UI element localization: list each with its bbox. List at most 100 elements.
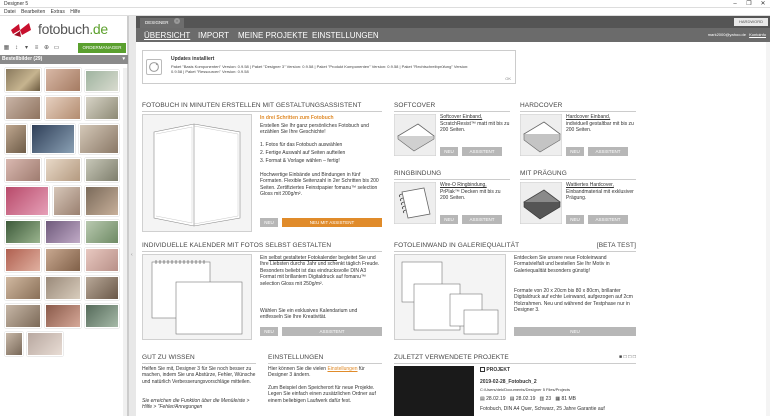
photo-thumbnail[interactable] — [5, 96, 41, 120]
ringbindung-title[interactable]: Wire-O Ringbindung, — [440, 182, 487, 188]
account-info-link[interactable]: Kontoinfo — [749, 32, 766, 37]
nav-import[interactable]: IMPORT — [198, 31, 229, 40]
main-scrollbar[interactable] — [766, 42, 770, 416]
praegung-new-button[interactable]: NEU — [566, 215, 584, 224]
photo-thumbnail[interactable] — [85, 304, 119, 328]
praegung-illustration — [520, 182, 562, 224]
praegung-title[interactable]: Wattiertes Hardcover, — [566, 182, 614, 188]
photo-thumbnail[interactable] — [45, 220, 81, 244]
fotobuch-step3: 3. Format & Vorlage wählen – fertig! — [260, 158, 340, 164]
calendar-icon: ▤ — [480, 396, 485, 402]
photo-thumbnail[interactable] — [85, 276, 119, 300]
panel-splitter[interactable]: ‹ — [128, 16, 136, 416]
softcover-new-button[interactable]: NEU — [440, 147, 458, 156]
ringbindung-heading: RINGBINDUNG — [394, 170, 442, 177]
leinwand-heading: FOTOLEINWAND IN GALERIEQUALITÄT — [394, 242, 520, 249]
fotobuch-assistant-button[interactable]: NEU MIT ASSISTENT — [282, 218, 382, 227]
photo-thumbnail[interactable] — [79, 124, 119, 154]
kalender-new-button[interactable]: NEU — [260, 327, 278, 336]
minimize-button[interactable]: – — [728, 0, 742, 8]
update-notice: Updates installiert Paket "Basis Kompone… — [142, 50, 516, 84]
nav-uebersicht[interactable]: ÜBERSICHT — [144, 31, 190, 40]
maximize-button[interactable]: ❐ — [742, 0, 756, 8]
photo-thumbnail[interactable] — [5, 220, 41, 244]
title-bar: Designer 5 – ❐ ✕ — [0, 0, 770, 8]
ringbindung-new-button[interactable]: NEU — [440, 215, 458, 224]
photo-thumbnail[interactable] — [5, 332, 23, 356]
menu-datei[interactable]: Datei — [4, 8, 16, 16]
photo-thumbnail[interactable] — [5, 186, 49, 216]
einst-text1: Hier können Sie die vielen Einstellungen… — [268, 366, 365, 379]
photo-thumbnail[interactable] — [5, 158, 41, 182]
kalender-text1: Ein selbst gestalteter Fotokalender begl… — [260, 255, 380, 287]
nav-meine-projekte[interactable]: MEINE PROJEKTE — [238, 31, 308, 40]
sidebar: fotobuch.de ▦ ↕ ▾ ≡ ⊕ ▭ ORDERMANAGER Bes… — [0, 16, 128, 416]
photo-thumbnail[interactable] — [5, 304, 41, 328]
photo-thumbnail[interactable] — [85, 158, 119, 182]
fotokalender-link[interactable]: selbst gestalteter Fotokalender — [269, 255, 337, 261]
einstellungen-panel: EINSTELLUNGEN Hier können Sie die vielen… — [268, 354, 382, 416]
sidebar-toolbar: ▦ ↕ ▾ ≡ ⊕ ▭ ORDERMANAGER — [0, 43, 128, 54]
photo-thumbnail[interactable] — [5, 124, 27, 154]
update-ok-button[interactable]: OK — [505, 76, 511, 81]
photo-thumbnail[interactable] — [85, 186, 119, 216]
account-email: mark2000@yahoo.de — [707, 32, 746, 37]
nav-einstellungen[interactable]: EINSTELLUNGEN — [312, 31, 379, 40]
checkbox-icon[interactable] — [480, 367, 485, 373]
ordermanager-button[interactable]: ORDERMANAGER — [78, 43, 126, 53]
ringbindung-assistant-button[interactable]: ASSISTENT — [462, 215, 502, 224]
menu-bearbeiten[interactable]: Bearbeiten — [21, 8, 45, 16]
collapse-arrow-icon[interactable]: ‹ — [131, 252, 135, 260]
folder-icon[interactable]: ▭ — [52, 44, 61, 52]
photo-thumbnail[interactable] — [85, 220, 119, 244]
close-window-button[interactable]: ✕ — [756, 0, 770, 8]
photo-thumbnail[interactable] — [5, 248, 41, 272]
fotobuch-heading: FOTOBUCH IN MINUTEN ERSTELLEN MIT GESTAL… — [142, 102, 362, 109]
photo-thumbnail[interactable] — [85, 70, 119, 92]
leinwand-new-button[interactable]: NEU — [514, 327, 636, 336]
menu-bar: Datei Bearbeiten Extras Hilfe — [0, 8, 770, 16]
photo-thumbnail[interactable] — [31, 124, 75, 154]
menu-hilfe[interactable]: Hilfe — [70, 8, 80, 16]
add-photos-icon[interactable]: ⊕ — [42, 44, 51, 52]
praegung-assistant-button[interactable]: ASSISTENT — [588, 215, 628, 224]
photo-thumbnail[interactable] — [85, 96, 119, 120]
photo-thumbnail[interactable] — [45, 96, 81, 120]
list-view-icon[interactable]: ≡ — [32, 44, 41, 52]
project-name[interactable]: 2019-02-28_Fotobuch_2 — [480, 379, 537, 385]
softcover-title[interactable]: Softcover Einband, — [440, 114, 482, 120]
photo-thumbnail[interactable] — [5, 68, 41, 92]
pages-icon: ▥ — [539, 396, 545, 402]
menu-extras[interactable]: Extras — [51, 8, 65, 16]
photo-thumbnail[interactable] — [45, 158, 81, 182]
project-thumbnail[interactable] — [394, 366, 474, 416]
sort-icon[interactable]: ↕ — [12, 44, 21, 52]
photo-thumbnail[interactable] — [45, 248, 81, 272]
hardcover-desc: individuell gestaltbar mit bis zu 200 Se… — [566, 121, 634, 134]
softcover-assistant-button[interactable]: ASSISTENT — [462, 147, 502, 156]
photo-thumbnail[interactable] — [45, 68, 81, 92]
hardcover-new-button[interactable]: NEU — [566, 147, 584, 156]
close-tab-icon[interactable]: × — [174, 18, 180, 24]
photo-thumbnail[interactable] — [45, 304, 81, 328]
recent-pager[interactable]: ■ □ □ □ — [619, 354, 636, 360]
photo-thumbnail[interactable] — [53, 186, 81, 216]
hardcover-assistant-button[interactable]: ASSISTENT — [588, 147, 628, 156]
ringbindung-panel: RINGBINDUNG Wire-O Ringbindung, PrPlak™ … — [394, 170, 510, 232]
hardword-button[interactable]: HARDWORD — [734, 18, 768, 26]
hardcover-title[interactable]: Hardcover Einband, — [566, 114, 610, 120]
chevron-down-icon[interactable]: ▾ — [122, 55, 125, 64]
einstellungen-link[interactable]: Einstellungen — [327, 366, 357, 372]
divider — [394, 111, 510, 112]
praegung-heading: MIT PRÄGUNG — [520, 170, 567, 177]
fotobuch-new-button[interactable]: NEU — [260, 218, 278, 227]
grid-view-icon[interactable]: ▦ — [2, 44, 11, 52]
filter-icon[interactable]: ▾ — [22, 44, 31, 52]
photo-list-header[interactable]: Bestellbilder (29) ▾ — [0, 55, 128, 64]
photo-thumbnail[interactable] — [27, 332, 63, 356]
photo-thumbnail[interactable] — [5, 276, 41, 300]
photo-thumbnail[interactable] — [85, 248, 119, 272]
kalender-assistant-button[interactable]: ASSISTENT — [282, 327, 382, 336]
photo-thumbnail[interactable] — [45, 276, 81, 300]
sidebar-scrollbar[interactable] — [123, 68, 127, 416]
